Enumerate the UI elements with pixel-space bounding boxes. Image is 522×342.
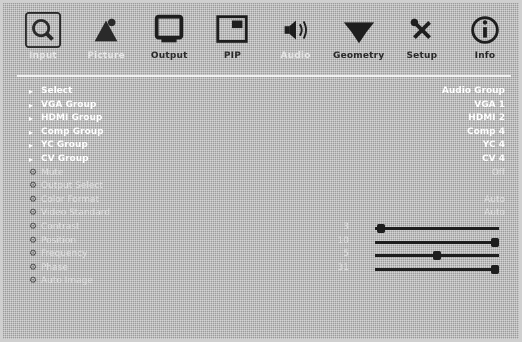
tab-input-label: Input <box>29 51 57 61</box>
setting-name: Output Select <box>41 181 103 192</box>
list-item[interactable]: ⚙ Color Format Auto <box>29 194 509 208</box>
list-item[interactable]: ▸ HDMI Group HDMI 2 <box>29 112 509 126</box>
list-item[interactable]: ⚙ Mute Off <box>29 167 509 181</box>
gear-icon: ⚙ <box>29 194 38 205</box>
tab-info[interactable]: Info <box>457 11 513 69</box>
setting-number: 5 <box>343 249 349 260</box>
setting-name: Video Standard <box>41 208 111 219</box>
list-item[interactable]: ⚙ Position 10 <box>29 235 509 249</box>
item-value: CV 4 <box>482 153 505 164</box>
tab-input[interactable]: Input <box>15 11 71 69</box>
list-item[interactable]: ⚙ Frequency 5 <box>29 248 509 262</box>
setting-name: Color Format <box>41 194 100 205</box>
gear-icon: ⚙ <box>29 276 38 287</box>
tab-info-label: Info <box>474 51 496 61</box>
item-value: YC 4 <box>482 140 505 151</box>
tab-picture-label: Picture <box>87 51 125 61</box>
gear-icon: ⚙ <box>29 181 38 192</box>
tab-setup[interactable]: Setup <box>394 11 450 69</box>
magnifier-icon <box>24 11 62 49</box>
arrow-icon: ▸ <box>29 87 34 96</box>
setting-name: Position <box>41 235 77 246</box>
item-name: Select <box>41 86 73 96</box>
setting-slider[interactable] <box>375 264 499 274</box>
setting-value: Off <box>491 167 505 178</box>
tab-audio[interactable]: Audio <box>268 11 324 69</box>
setting-number: 3 <box>343 221 349 232</box>
tab-pip-label: PIP <box>223 51 241 61</box>
item-value: Audio Group <box>441 86 505 96</box>
list-item[interactable]: ▸ Comp Group Comp 4 <box>29 126 509 140</box>
slider-track <box>375 267 499 271</box>
arrow-icon: ▸ <box>29 100 34 110</box>
info-icon <box>471 16 499 44</box>
item-name: HDMI Group <box>41 113 103 124</box>
setting-slider[interactable] <box>375 251 499 261</box>
list-item[interactable]: ▸ YC Group YC 4 <box>29 139 509 153</box>
monitor-icon <box>155 14 184 43</box>
arrow-icon: ▸ <box>29 141 34 151</box>
setting-number: 10 <box>337 235 349 246</box>
osd-menu-screen: Input Picture Output PIP Audio Geometry … <box>0 0 522 342</box>
menu-list: ▸ Select Audio Group ▸ VGA Group VGA 1 ▸… <box>29 85 509 289</box>
item-name: YC Group <box>41 140 88 151</box>
geometry-icon <box>343 22 374 44</box>
setting-name: Mute <box>41 167 64 178</box>
setting-number: 31 <box>337 262 349 273</box>
slider-track <box>375 240 499 244</box>
tab-setup-label: Setup <box>406 51 438 61</box>
item-value: VGA 1 <box>474 99 505 110</box>
list-item[interactable]: ⚙ Auto Image <box>29 275 509 289</box>
setting-slider[interactable] <box>375 237 499 247</box>
arrow-icon: ▸ <box>29 114 34 124</box>
setting-name: Frequency <box>41 249 88 260</box>
item-name: VGA Group <box>41 99 97 110</box>
arrow-icon: ▸ <box>29 154 34 164</box>
list-item[interactable]: ⚙ Phase 31 <box>29 262 509 276</box>
tab-audio-label: Audio <box>280 51 311 61</box>
list-item[interactable]: ⚙ Contrast 3 <box>29 221 509 235</box>
slider-knob[interactable] <box>433 251 441 261</box>
tab-output[interactable]: Output <box>141 11 197 69</box>
gear-icon: ⚙ <box>29 235 38 246</box>
setting-value: Auto <box>484 208 505 219</box>
arrow-icon: ▸ <box>29 127 34 137</box>
setting-value: Auto <box>484 194 505 205</box>
item-value: HDMI 2 <box>468 113 505 124</box>
setting-name: Contrast <box>41 221 80 232</box>
list-item[interactable]: ⚙ Video Standard Auto <box>29 207 509 221</box>
speaker-icon <box>284 20 307 40</box>
list-item[interactable]: ▸ CV Group CV 4 <box>29 153 509 167</box>
tab-pip[interactable]: PIP <box>204 11 260 69</box>
item-name: Comp Group <box>41 126 104 137</box>
slider-track <box>375 226 499 230</box>
setting-name: Phase <box>41 262 68 273</box>
tab-picture[interactable]: Picture <box>78 11 134 69</box>
gear-icon: ⚙ <box>29 249 38 260</box>
setting-name: Auto Image <box>41 276 93 287</box>
list-item[interactable]: ▸ Select Audio Group <box>29 85 509 99</box>
item-value: Comp 4 <box>466 126 505 137</box>
slider-knob[interactable] <box>491 237 499 247</box>
gear-icon: ⚙ <box>29 167 38 178</box>
slider-knob[interactable] <box>491 264 499 274</box>
list-item[interactable]: ▸ VGA Group VGA 1 <box>29 99 509 113</box>
tab-output-label: Output <box>150 51 188 61</box>
toolbar-divider <box>17 75 511 77</box>
tab-geometry[interactable]: Geometry <box>331 11 387 69</box>
setting-slider[interactable] <box>375 223 499 233</box>
tools-icon <box>410 18 431 39</box>
tab-geometry-label: Geometry <box>333 51 385 61</box>
list-item[interactable]: ⚙ Output Select <box>29 180 509 194</box>
picture-icon <box>94 18 118 42</box>
pip-icon <box>216 15 249 43</box>
slider-knob[interactable] <box>377 223 386 233</box>
gear-icon: ⚙ <box>29 208 38 219</box>
menu-toolbar: Input Picture Output PIP Audio Geometry … <box>15 11 513 69</box>
gear-icon: ⚙ <box>29 262 38 273</box>
gear-icon: ⚙ <box>29 221 38 232</box>
item-name: CV Group <box>41 153 89 164</box>
